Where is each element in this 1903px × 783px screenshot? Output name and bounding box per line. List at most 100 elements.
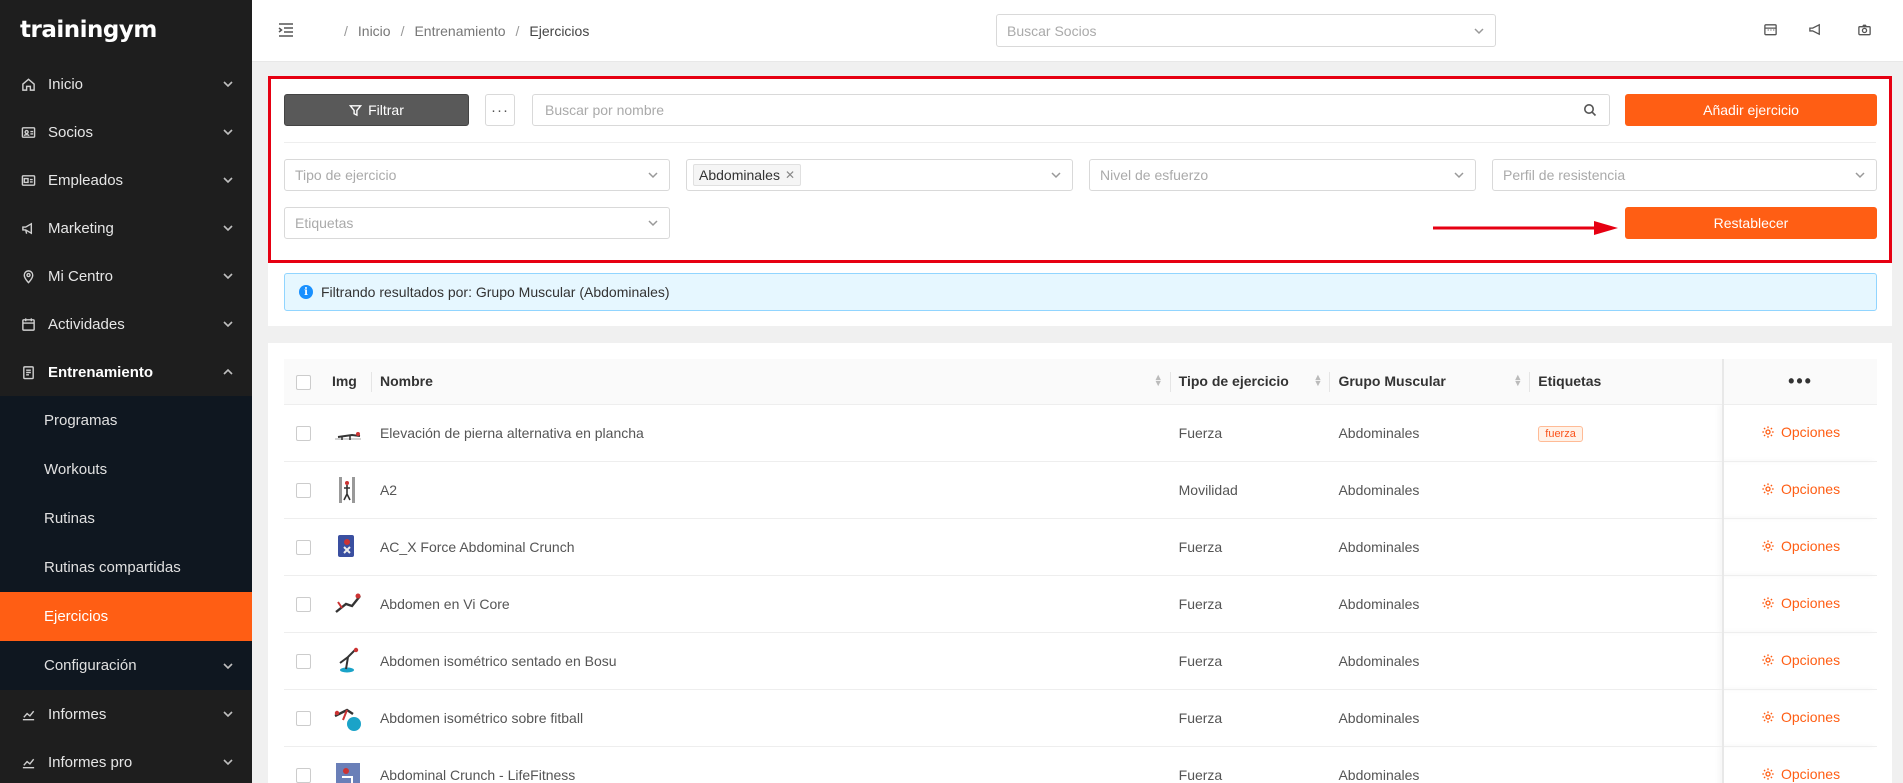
options-button[interactable]: Opciones: [1761, 595, 1840, 611]
row-nombre: Abdomen en Vi Core: [371, 575, 1171, 633]
table-row[interactable]: Abdominal Crunch - LifeFitness Fuerza Abdo…: [284, 746, 1877, 783]
row-checkbox[interactable]: [296, 482, 312, 498]
more-columns-icon[interactable]: •••: [1788, 371, 1813, 391]
chevron-down-icon: [648, 172, 658, 179]
row-select-cell: [284, 746, 324, 783]
nivel-esfuerzo-select[interactable]: Nivel de esfuerzo: [1089, 159, 1476, 191]
row-etiquetas: [1530, 575, 1724, 633]
breadcrumb-ejercicios: Ejercicios: [529, 22, 590, 39]
sidebar-item-marketing[interactable]: Marketing: [0, 204, 252, 252]
etiquetas-placeholder: Etiquetas: [295, 215, 354, 231]
table-row[interactable]: Abdomen en Vi Core Fuerza Abdominales Opcio…: [284, 575, 1877, 633]
grupo-muscular-select[interactable]: Abdominales ✕: [686, 159, 1073, 191]
camera-icon[interactable]: [1857, 22, 1873, 38]
options-label: Opciones: [1780, 594, 1841, 611]
column-header-grupo[interactable]: Grupo Muscular ▲ ▼: [1330, 359, 1531, 405]
calendar-icon[interactable]: [1763, 22, 1779, 38]
table-row[interactable]: Abdomen isométrico sobre fitball Fuerza Ab…: [284, 689, 1877, 747]
sidebar-item-informes[interactable]: Informes: [0, 690, 252, 738]
row-checkbox[interactable]: [296, 710, 312, 726]
chevron-down-icon: [222, 174, 234, 186]
breadcrumb-entrenamiento[interactable]: Entrenamiento: [414, 23, 505, 39]
perfil-resistencia-select[interactable]: Perfil de resistencia: [1492, 159, 1877, 191]
member-search-select[interactable]: Buscar Socios: [996, 14, 1496, 47]
picture-rack-icon: [332, 474, 364, 506]
sidebar-item-inicio[interactable]: Inicio: [0, 60, 252, 108]
menu-collapse-icon[interactable]: [276, 20, 298, 42]
search-icon[interactable]: [1583, 103, 1597, 117]
row-options-cell: Opciones: [1722, 689, 1877, 747]
column-header-tipo[interactable]: Tipo de ejercicio ▲ ▼: [1170, 359, 1331, 405]
options-button[interactable]: Opciones: [1761, 481, 1840, 497]
sidebar-subitem-workouts[interactable]: Workouts: [0, 445, 252, 494]
sidebar-subitem-rutinas[interactable]: Rutinas: [0, 494, 252, 543]
remove-tag-icon[interactable]: ✕: [785, 168, 795, 182]
sidebar-subitem-ejercicios[interactable]: Ejercicios: [0, 592, 252, 641]
perfil-resistencia-placeholder: Perfil de resistencia: [1503, 167, 1626, 183]
options-button[interactable]: Opciones: [1761, 652, 1840, 668]
row-checkbox[interactable]: [296, 425, 312, 441]
sidebar-item-informes-pro[interactable]: Informes pro: [0, 738, 252, 783]
sidebar-item-empleados[interactable]: Empleados: [0, 156, 252, 204]
add-exercise-button[interactable]: Añadir ejercicio: [1625, 94, 1877, 126]
row-grupo: Abdominales: [1330, 518, 1531, 576]
sidebar-item-label: Actividades: [48, 315, 125, 333]
chart-icon: [20, 706, 36, 722]
sidebar-item-entrenamiento[interactable]: Entrenamiento: [0, 348, 252, 396]
row-grupo: Abdominales: [1330, 632, 1531, 690]
row-tipo: Fuerza: [1170, 404, 1331, 462]
column-header-nombre[interactable]: Nombre ▲ ▼: [371, 359, 1171, 405]
etiquetas-select[interactable]: Etiquetas: [284, 207, 670, 239]
sidebar-item-label: Entrenamiento: [48, 363, 154, 381]
chevron-down-icon: [222, 222, 234, 234]
sidebar-subitem-rutinas-compartidas[interactable]: Rutinas compartidas: [0, 543, 252, 592]
row-etiquetas: [1530, 689, 1724, 747]
breadcrumb-inicio[interactable]: Inicio: [358, 23, 391, 39]
gear-icon: [1762, 425, 1774, 438]
sidebar-item-label: Inicio: [48, 75, 84, 93]
row-options-cell: Opciones: [1722, 575, 1877, 633]
gear-icon: [1762, 539, 1774, 552]
table-row[interactable]: Elevación de pierna alternativa en planc…: [284, 404, 1877, 462]
options-label: Opciones: [1780, 765, 1841, 782]
row-checkbox[interactable]: [296, 539, 312, 555]
sidebar-item-mi-centro[interactable]: Mi Centro: [0, 252, 252, 300]
gear-icon: [1762, 482, 1774, 495]
filter-button[interactable]: Filtrar: [284, 94, 469, 126]
column-header-options[interactable]: •••: [1722, 359, 1877, 405]
row-image-cell: [323, 518, 372, 576]
row-checkbox[interactable]: [296, 596, 312, 612]
more-options-button[interactable]: ···: [485, 94, 515, 126]
sidebar-subitem-label: Rutinas compartidas: [44, 559, 181, 576]
row-checkbox[interactable]: [296, 767, 312, 783]
sidebar-subitem-configuracion[interactable]: Configuración: [0, 641, 252, 690]
sort-icon[interactable]: ▲ ▼: [1314, 373, 1323, 388]
table-row[interactable]: A2 Movilidad Abdominales Opciones: [284, 461, 1877, 519]
sort-icon[interactable]: ▲ ▼: [1513, 373, 1522, 388]
column-header-label: Grupo Muscular: [1338, 373, 1446, 390]
picture-vcore-icon: [332, 588, 364, 620]
options-button[interactable]: Opciones: [1761, 538, 1840, 554]
options-button[interactable]: Opciones: [1761, 424, 1840, 440]
chevron-down-icon: [1474, 27, 1484, 34]
table-header-row: Img Nombre ▲ ▼ Tipo de ejercicio ▲ ▼ Grupo M…: [284, 359, 1877, 405]
sort-icon[interactable]: ▲ ▼: [1154, 373, 1163, 388]
tipo-ejercicio-select[interactable]: Tipo de ejercicio: [284, 159, 670, 191]
reset-filters-button[interactable]: Restablecer: [1625, 207, 1877, 239]
megaphone-icon[interactable]: [1808, 22, 1824, 38]
table-row[interactable]: Abdomen isométrico sentado en Bosu Fuerza…: [284, 632, 1877, 690]
row-checkbox[interactable]: [296, 653, 312, 669]
name-search-field[interactable]: [532, 94, 1610, 126]
options-button[interactable]: Opciones: [1761, 709, 1840, 725]
row-select-cell: [284, 518, 324, 576]
sidebar-subitem-label: Configuración: [44, 657, 137, 674]
select-all-checkbox[interactable]: [296, 374, 312, 390]
sidebar-subitem-programas[interactable]: Programas: [0, 396, 252, 445]
sidebar-item-actividades[interactable]: Actividades: [0, 300, 252, 348]
table-row[interactable]: AC_X Force Abdominal Crunch Fuerza Abdomin…: [284, 518, 1877, 576]
name-search-input[interactable]: [545, 102, 1583, 118]
options-button[interactable]: Opciones: [1761, 766, 1840, 782]
calendar-icon: [20, 316, 36, 332]
sidebar-item-socios[interactable]: Socios: [0, 108, 252, 156]
picture-crunch-machine-icon: [332, 759, 364, 783]
